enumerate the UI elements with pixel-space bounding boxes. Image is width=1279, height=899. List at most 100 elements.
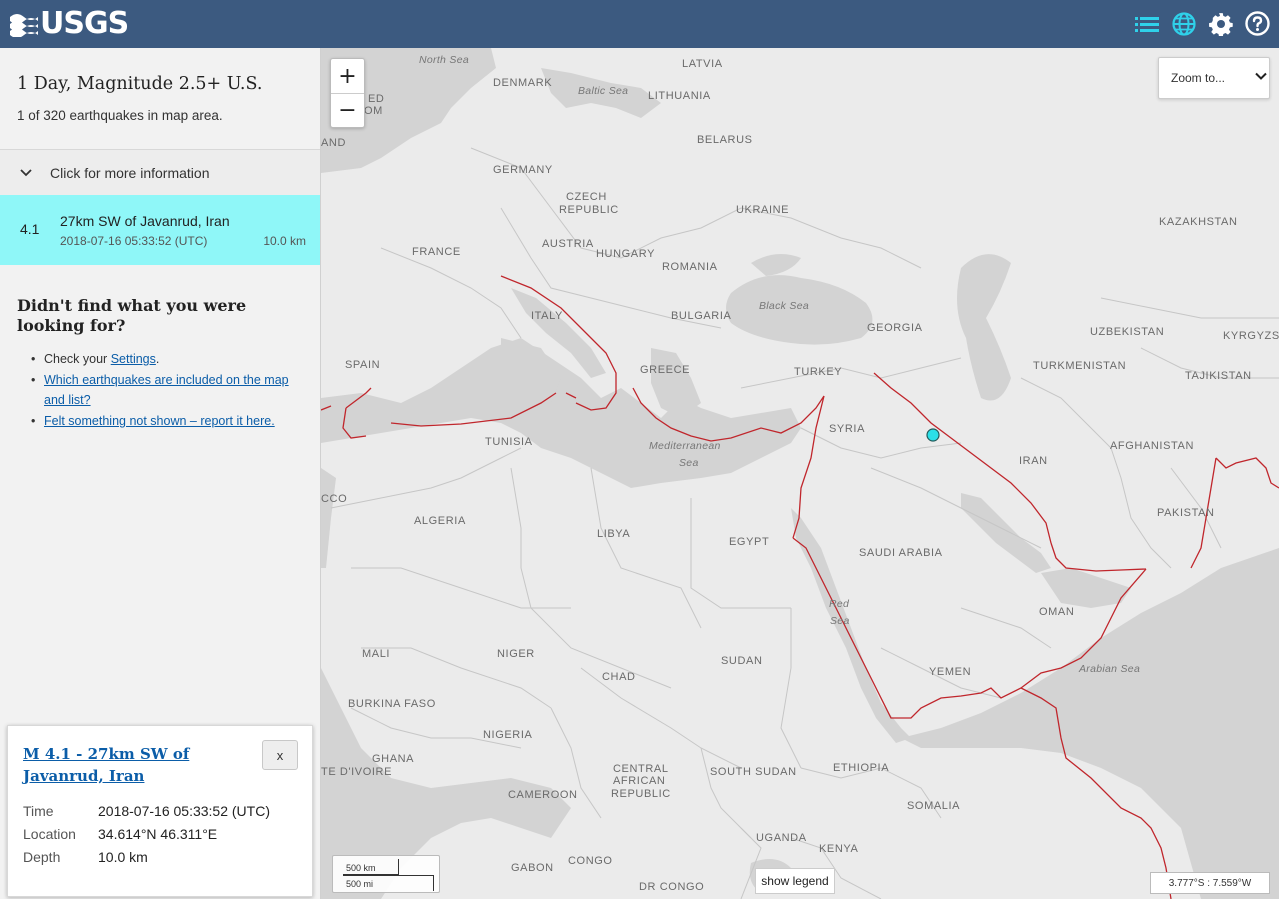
gear-icon[interactable] — [1207, 10, 1234, 37]
country-label: CCO — [321, 493, 348, 505]
scale-bar: 500 km 500 mi — [332, 855, 440, 893]
country-label: UKRAINE — [736, 204, 790, 216]
map-base-layer — [321, 48, 1279, 899]
country-label: AFRICAN — [613, 775, 666, 787]
country-label: UGANDA — [756, 832, 807, 844]
sea-label: Red — [829, 598, 850, 610]
country-label: BULGARIA — [671, 310, 732, 322]
popup-value: 10.0 km — [98, 849, 148, 865]
country-label: KYRGYZS — [1223, 330, 1279, 342]
top-header: USGS — [0, 0, 1279, 48]
felt-report-link[interactable]: Felt something not shown – report it her… — [44, 414, 275, 428]
help-item-settings: Check your Settings. — [30, 349, 310, 369]
country-label: GERMANY — [493, 164, 553, 176]
country-label: AFGHANISTAN — [1110, 440, 1195, 452]
country-label: LATVIA — [682, 58, 723, 70]
country-label: SUDAN — [721, 655, 763, 667]
country-label: REPUBLIC — [611, 788, 671, 800]
help-item-which-included: Which earthquakes are included on the ma… — [30, 370, 310, 410]
country-label: LITHUANIA — [648, 90, 711, 102]
sea-label: North Sea — [419, 54, 469, 66]
country-label: REPUBLIC — [559, 204, 619, 216]
country-label: ED — [368, 93, 385, 105]
country-label: SPAIN — [345, 359, 381, 371]
country-label: OMAN — [1039, 606, 1075, 618]
country-label: ETHIOPIA — [833, 762, 890, 774]
feed-title: 1 Day, Magnitude 2.5+ U.S. — [17, 74, 263, 94]
country-label: EGYPT — [729, 536, 770, 548]
popup-close-button[interactable]: x — [262, 740, 298, 770]
zoom-to-select[interactable]: Zoom to... — [1158, 57, 1270, 99]
country-label: CENTRAL — [613, 763, 669, 775]
country-label: SOMALIA — [907, 800, 961, 812]
earthquake-list-item[interactable]: 4.1 27km SW of Javanrud, Iran 2018-07-16… — [0, 195, 320, 265]
chevron-down-icon — [19, 166, 33, 180]
list-icon[interactable] — [1133, 10, 1160, 37]
country-label: HUNGARY — [596, 248, 656, 260]
country-label: GREECE — [640, 364, 691, 376]
country-label: IRAN — [1019, 455, 1048, 467]
country-label: TURKMENISTAN — [1033, 360, 1127, 372]
sea-label: Mediterranean — [649, 440, 721, 452]
popup-value: 2018-07-16 05:33:52 (UTC) — [98, 803, 270, 819]
globe-icon[interactable] — [1170, 10, 1197, 37]
zoom-to-label: Zoom to... — [1171, 71, 1226, 85]
country-label: ITALY — [531, 310, 563, 322]
help-item-suffix: . — [155, 352, 160, 366]
earthquake-count: 1 of 320 earthquakes in map area. — [17, 108, 223, 123]
country-label: KAZAKHSTAN — [1159, 216, 1238, 228]
country-label: TE D'IVOIRE — [321, 766, 393, 778]
sea-label: Black Sea — [759, 300, 809, 312]
popup-title-link[interactable]: M 4.1 - 27km SW of Javanrud, Iran — [23, 743, 213, 787]
country-label: PAKISTAN — [1157, 507, 1215, 519]
sea-label: Sea — [830, 615, 850, 627]
country-label: AND — [321, 137, 347, 149]
scale-mi-label: 500 mi — [346, 879, 374, 889]
country-label: LIBYA — [597, 528, 631, 540]
help-item-felt-report: Felt something not shown – report it her… — [30, 411, 310, 431]
country-label: TUNISIA — [485, 436, 533, 448]
help-links-list: Check your Settings. Which earthquakes a… — [30, 349, 310, 432]
country-label: CHAD — [602, 671, 636, 683]
didnt-find-heading: Didn't find what you were looking for? — [17, 296, 247, 335]
country-label: AUSTRIA — [542, 238, 594, 250]
more-info-label: Click for more information — [50, 164, 210, 181]
country-label: TAJIKISTAN — [1185, 370, 1252, 382]
country-label: SAUDI ARABIA — [859, 547, 943, 559]
country-label: SOUTH SUDAN — [710, 766, 797, 778]
country-label: DENMARK — [493, 77, 553, 89]
country-label: MALI — [362, 648, 391, 660]
zoom-out-button[interactable]: − — [331, 93, 364, 127]
country-label: KENYA — [819, 843, 859, 855]
mouse-coordinates: 3.777°S : 7.559°W — [1150, 872, 1270, 894]
sea-label: Sea — [679, 457, 699, 469]
country-label: BURKINA FASO — [348, 698, 436, 710]
country-label: UZBEKISTAN — [1090, 326, 1165, 338]
help-icon[interactable] — [1244, 10, 1271, 37]
popup-value: 34.614°N 46.311°E — [98, 826, 218, 842]
settings-link[interactable]: Settings — [111, 352, 156, 366]
header-icons — [1133, 10, 1271, 37]
zoom-in-button[interactable]: + — [331, 59, 364, 93]
more-info-toggle[interactable]: Click for more information — [0, 149, 320, 195]
which-earthquakes-link[interactable]: Which earthquakes are included on the ma… — [44, 373, 289, 407]
show-legend-button[interactable]: show legend — [755, 868, 835, 894]
earthquake-magnitude: 4.1 — [20, 221, 40, 237]
popup-key: Time — [23, 803, 54, 819]
popup-key: Location — [23, 826, 76, 842]
earthquake-popup: M 4.1 - 27km SW of Javanrud, Iran x Time… — [7, 725, 313, 897]
country-label: OM — [364, 105, 383, 117]
sea-label: Baltic Sea — [578, 85, 629, 97]
country-label: ALGERIA — [414, 515, 466, 527]
country-label: CAMEROON — [508, 789, 578, 801]
earthquake-time: 2018-07-16 05:33:52 (UTC) — [60, 234, 208, 248]
usgs-wave-icon — [10, 14, 38, 37]
usgs-logo[interactable]: USGS — [10, 8, 129, 40]
country-label: CZECH — [566, 191, 607, 203]
country-label: GABON — [511, 862, 554, 874]
sea-label: Arabian Sea — [1079, 663, 1141, 675]
popup-key: Depth — [23, 849, 61, 865]
zoom-control: + − — [330, 58, 365, 128]
map-view[interactable]: North Sea Baltic Sea Black Sea Mediterra… — [321, 48, 1279, 899]
earthquake-depth: 10.0 km — [263, 234, 306, 248]
